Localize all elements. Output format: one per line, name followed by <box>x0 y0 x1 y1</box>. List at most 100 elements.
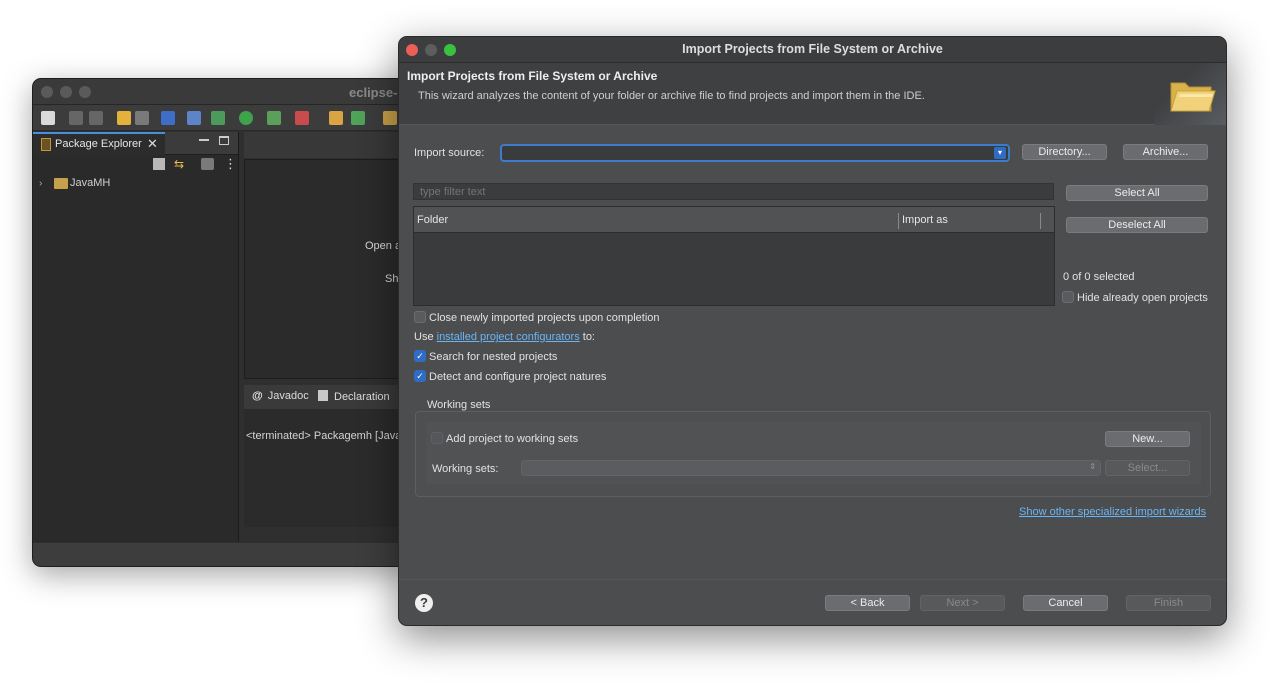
editor-area: Open a Sh <box>244 159 411 379</box>
column-divider[interactable] <box>1040 213 1041 229</box>
package-explorer-icon <box>41 138 51 151</box>
select-working-sets-button[interactable]: Select... <box>1105 460 1190 476</box>
import-projects-dialog: Import Projects from File System or Arch… <box>398 36 1227 626</box>
package-explorer-tab-label: Package Explorer <box>55 138 142 150</box>
tree-item[interactable]: › JavaMH <box>33 175 238 195</box>
filters-icon[interactable] <box>201 158 214 170</box>
package-explorer-tabbar: Package Explorer ✕ <box>33 132 238 155</box>
undo-icon[interactable] <box>117 111 131 125</box>
close-icon[interactable]: ✕ <box>147 136 158 152</box>
finish-button[interactable]: Finish <box>1126 595 1211 611</box>
search-nested-label: Search for nested projects <box>429 351 558 363</box>
installed-configurators-link[interactable]: installed project configurators <box>437 331 580 343</box>
wizard-description: This wizard analyzes the content of your… <box>418 90 925 102</box>
tab-javadoc-label: Javadoc <box>267 390 309 402</box>
java-project-icon <box>54 178 68 189</box>
dialog-window-title: Import Projects from File System or Arch… <box>682 42 943 56</box>
add-to-working-sets-checkbox[interactable] <box>431 432 443 444</box>
column-header-import-as[interactable]: Import as <box>902 214 948 226</box>
working-sets-panel: Add project to working sets New... Worki… <box>426 422 1201 484</box>
package-explorer-view: Package Explorer ✕ ⇆ ⋮ › JavaMH <box>33 132 239 542</box>
minimize-view-icon[interactable] <box>199 139 209 141</box>
working-sets-group-label: Working sets <box>427 399 491 411</box>
wizard-title: Import Projects from File System or Arch… <box>407 69 658 83</box>
use-prefix: Use <box>414 331 437 343</box>
tab-declaration[interactable]: Declaration <box>318 390 390 403</box>
debug-icon[interactable] <box>211 111 225 125</box>
redo-icon[interactable] <box>135 111 149 125</box>
search-nested-checkbox[interactable]: ✓ <box>414 350 426 362</box>
zoom-window-button[interactable] <box>79 86 91 98</box>
configurators-sentence: Use installed project configurators to: <box>414 331 595 343</box>
column-header-folder[interactable]: Folder <box>417 214 448 226</box>
run-icon[interactable] <box>239 111 253 125</box>
chevron-down-icon[interactable]: ▾ <box>994 147 1006 159</box>
javadoc-icon: @ <box>252 390 263 402</box>
new-icon[interactable] <box>41 111 55 125</box>
console-line: <terminated> Packagemh [Java <box>246 430 402 442</box>
next-button[interactable]: Next > <box>920 595 1005 611</box>
hide-open-projects-label: Hide already open projects <box>1077 292 1208 304</box>
save-icon[interactable] <box>69 111 83 125</box>
status-bar <box>33 543 411 566</box>
detect-configure-label: Detect and configure project natures <box>429 371 607 383</box>
working-sets-combo[interactable]: ⇕ <box>521 460 1101 476</box>
external-tools-icon[interactable] <box>295 111 309 125</box>
detect-configure-checkbox[interactable]: ✓ <box>414 370 426 382</box>
console-icon[interactable] <box>161 111 175 125</box>
eclipse-toolbar <box>33 105 411 131</box>
save-all-icon[interactable] <box>89 111 103 125</box>
refresh-icon[interactable] <box>351 111 365 125</box>
editor-open-text: Open a <box>365 240 402 252</box>
open-type-icon[interactable] <box>383 111 397 125</box>
package-explorer-toolbar: ⇆ ⋮ <box>33 155 238 175</box>
view-menu-icon[interactable]: ⋮ <box>224 156 237 172</box>
use-suffix: to: <box>579 331 595 343</box>
import-source-combo[interactable]: ▾ <box>500 144 1010 162</box>
skip-breakpoints-icon[interactable] <box>187 111 201 125</box>
wizard-header: Import Projects from File System or Arch… <box>399 63 1226 125</box>
chevron-updown-icon[interactable]: ⇕ <box>1089 462 1096 471</box>
archive-button[interactable]: Archive... <box>1123 144 1208 160</box>
collapse-all-icon[interactable] <box>153 158 165 170</box>
minimize-window-button[interactable] <box>60 86 72 98</box>
tree-item-label: JavaMH <box>70 177 111 189</box>
tab-package-explorer[interactable]: Package Explorer ✕ <box>33 132 165 155</box>
back-button[interactable]: < Back <box>825 595 910 611</box>
select-all-button[interactable]: Select All <box>1066 185 1208 201</box>
import-source-label: Import source: <box>414 147 485 159</box>
maximize-view-icon[interactable] <box>219 136 229 145</box>
tab-declaration-label: Declaration <box>334 391 390 403</box>
other-import-wizards-link[interactable]: Show other specialized import wizards <box>1019 506 1206 518</box>
filter-input[interactable] <box>413 183 1054 200</box>
column-divider[interactable] <box>898 213 899 229</box>
projects-table-header: Folder Import as <box>414 207 1054 233</box>
folder-icon <box>1170 82 1216 112</box>
eclipse-background-window: eclipse- Package Explorer ✕ ⇆ ⋮ › JavaMH… <box>32 78 412 567</box>
new-working-set-button[interactable]: New... <box>1105 431 1190 447</box>
add-to-working-sets-label: Add project to working sets <box>446 433 579 445</box>
working-sets-group: Add project to working sets New... Worki… <box>415 411 1211 497</box>
wizard-banner <box>1154 63 1226 125</box>
directory-button[interactable]: Directory... <box>1022 144 1107 160</box>
selected-count: 0 of 0 selected <box>1063 271 1135 283</box>
wizard-footer: ? < Back Next > Cancel Finish <box>399 579 1226 625</box>
cancel-button[interactable]: Cancel <box>1023 595 1108 611</box>
close-window-button[interactable] <box>41 86 53 98</box>
working-sets-field-label: Working sets: <box>432 463 499 475</box>
deselect-all-button[interactable]: Deselect All <box>1066 217 1208 233</box>
hide-open-projects-checkbox[interactable] <box>1062 291 1074 303</box>
help-icon[interactable]: ? <box>415 594 433 612</box>
editor-tabbar <box>244 132 411 158</box>
eclipse-titlebar: eclipse- <box>33 79 411 105</box>
chevron-right-icon[interactable]: › <box>39 178 42 189</box>
dialog-titlebar: Import Projects from File System or Arch… <box>399 37 1226 63</box>
close-newly-imported-checkbox[interactable] <box>414 311 426 323</box>
link-with-editor-icon[interactable]: ⇆ <box>174 158 186 170</box>
coverage-icon[interactable] <box>267 111 281 125</box>
declaration-icon <box>318 390 328 401</box>
new-java-project-icon[interactable] <box>329 111 343 125</box>
projects-table[interactable]: Folder Import as <box>413 206 1055 306</box>
eclipse-window-title: eclipse- <box>349 85 398 100</box>
tab-javadoc[interactable]: @ Javadoc <box>252 390 309 402</box>
